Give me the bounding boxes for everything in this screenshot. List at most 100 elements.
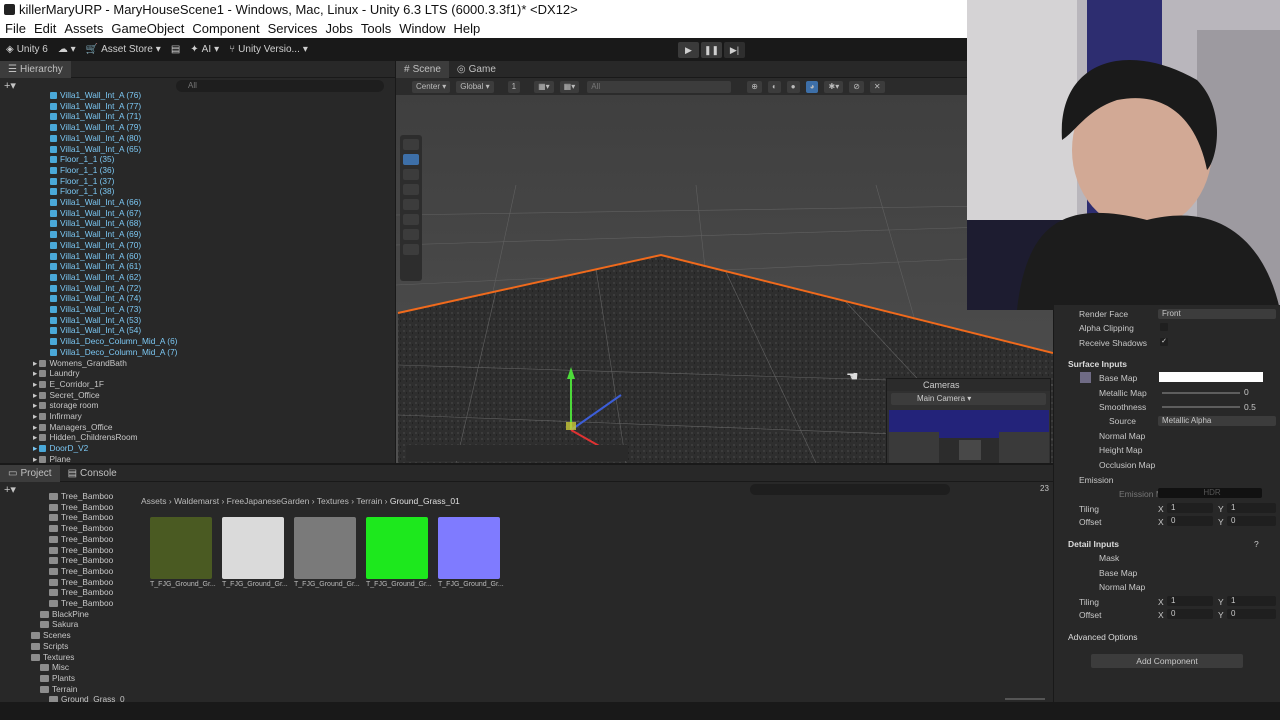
menu-gameobject[interactable]: GameObject — [111, 21, 184, 36]
scene-overlay-toolbar[interactable] — [406, 445, 628, 461]
hierarchy-item[interactable]: Villa1_Deco_Column_Mid_A (6) — [50, 336, 177, 347]
hierarchy-item[interactable]: Villa1_Wall_Int_A (71) — [50, 111, 141, 122]
hierarchy-item[interactable]: Villa1_Wall_Int_A (68) — [50, 218, 141, 229]
breadcrumb-item[interactable]: Waldemarst — [174, 496, 219, 506]
custom-tool-button[interactable] — [403, 229, 419, 240]
hierarchy-item[interactable]: Villa1_Wall_Int_A (62) — [50, 272, 141, 283]
package-button[interactable]: ▤ — [171, 44, 180, 55]
breadcrumb-item[interactable]: Ground_Grass_01 — [390, 496, 460, 506]
hierarchy-item[interactable]: ▸ Secret_Office — [33, 390, 100, 401]
hierarchy-item[interactable]: ▸ E_Corridor_1F — [33, 379, 104, 390]
offset-y-field[interactable]: 0 — [1227, 516, 1276, 526]
hierarchy-item[interactable]: Villa1_Wall_Int_A (77) — [50, 101, 141, 112]
draw-mode-button[interactable]: ⊕ — [747, 80, 762, 93]
detail-offset-x-field[interactable]: 0 — [1167, 609, 1213, 619]
transform-tool-button[interactable] — [403, 214, 419, 225]
hierarchy-item[interactable]: ▸ Laundry — [33, 368, 79, 379]
emission-color[interactable]: HDR — [1158, 488, 1262, 498]
texture-thumbnail[interactable] — [294, 517, 356, 579]
project-tree-item[interactable]: Textures — [31, 652, 74, 663]
thumbnail-size-slider[interactable] — [1005, 698, 1045, 700]
hierarchy-item[interactable]: Villa1_Wall_Int_A (65) — [50, 144, 141, 155]
project-tree-item[interactable]: Tree_Bamboo — [49, 577, 113, 588]
snap-settings-button[interactable]: ▦▾ — [559, 80, 580, 93]
view-tool-button[interactable] — [403, 139, 419, 150]
menu-file[interactable]: File — [5, 21, 26, 36]
menu-edit[interactable]: Edit — [34, 21, 56, 36]
hierarchy-item[interactable]: Villa1_Wall_Int_A (67) — [50, 208, 141, 219]
texture-thumbnail[interactable] — [366, 517, 428, 579]
project-tree-item[interactable]: Scenes — [31, 630, 71, 641]
hierarchy-item[interactable]: ▸ DoorD_V2 — [33, 443, 88, 454]
breadcrumb-item[interactable]: Assets — [141, 496, 167, 506]
hierarchy-item[interactable]: Villa1_Wall_Int_A (79) — [50, 122, 141, 133]
hierarchy-item[interactable]: Floor_1_1 (37) — [50, 176, 114, 187]
hierarchy-item[interactable]: Villa1_Wall_Int_A (76) — [50, 90, 141, 101]
source-dropdown[interactable]: Metallic Alpha — [1158, 416, 1276, 426]
scene-viewport[interactable]: ☚ Cameras Main Camera ▾ — [396, 95, 1053, 463]
scene-search-input[interactable]: All — [587, 80, 732, 93]
project-tree-item[interactable]: Plants — [40, 673, 75, 684]
project-tree-item[interactable]: Tree_Bamboo — [49, 534, 113, 545]
project-tree-item[interactable]: Tree_Bamboo — [49, 587, 113, 598]
unity-account-button[interactable]: ◈ Unity 6 — [6, 44, 48, 55]
rotate-tool-button[interactable] — [403, 169, 419, 180]
hierarchy-item[interactable]: ▸ storage room — [33, 400, 98, 411]
texture-thumbnail[interactable] — [438, 517, 500, 579]
hierarchy-item[interactable]: Villa1_Wall_Int_A (73) — [50, 304, 141, 315]
hierarchy-item[interactable]: ▸ Hidden_ChildrensRoom — [33, 432, 138, 443]
render-face-dropdown[interactable]: Front — [1158, 309, 1276, 319]
cloud-button[interactable]: ☁ ▾ — [58, 44, 76, 55]
project-tree-item[interactable]: Tree_Bamboo — [49, 598, 113, 609]
menu-assets[interactable]: Assets — [64, 21, 103, 36]
hierarchy-item[interactable]: Villa1_Wall_Int_A (80) — [50, 133, 141, 144]
pivot-dropdown[interactable]: Center ▾ — [412, 80, 451, 93]
receive-shadows-checkbox[interactable]: ✓ — [1160, 338, 1168, 346]
hierarchy-item[interactable]: Floor_1_1 (38) — [50, 186, 114, 197]
tab-hierarchy[interactable]: ☰ Hierarchy — [0, 60, 71, 78]
lit-button[interactable]: ◕ — [805, 80, 819, 93]
tab-project[interactable]: ▭ Project — [0, 464, 60, 482]
smoothness-value[interactable]: 0.5 — [1244, 402, 1256, 412]
project-tree-item[interactable]: Tree_Bamboo — [49, 512, 113, 523]
project-tree-item[interactable]: Sakura — [40, 619, 78, 630]
hierarchy-item[interactable]: Villa1_Wall_Int_A (66) — [50, 197, 141, 208]
add-component-button[interactable]: Add Component — [1091, 654, 1243, 668]
project-tree-item[interactable]: Terrain — [40, 684, 77, 695]
effects-button[interactable]: ✱▾ — [824, 80, 844, 93]
menu-window[interactable]: Window — [399, 21, 445, 36]
menu-component[interactable]: Component — [192, 21, 259, 36]
terrain-tool-button[interactable] — [403, 244, 419, 255]
tab-scene[interactable]: # Scene — [396, 60, 449, 78]
hierarchy-item[interactable]: ▸ Infirmary — [33, 411, 82, 422]
move-tool-button[interactable] — [403, 154, 419, 165]
breadcrumb-item[interactable]: Terrain — [356, 496, 382, 506]
detail-inputs-header[interactable]: Detail Inputs — [1054, 539, 1280, 551]
hierarchy-item[interactable]: Villa1_Wall_Int_A (70) — [50, 240, 141, 251]
tiling-x-field[interactable]: 1 — [1167, 503, 1213, 513]
step-button[interactable]: ▶| — [724, 42, 745, 58]
hierarchy-item[interactable]: Villa1_Wall_Int_A (69) — [50, 229, 141, 240]
hierarchy-item[interactable]: Villa1_Wall_Int_A (60) — [50, 251, 141, 262]
project-tree-item[interactable]: Tree_Bamboo — [49, 555, 113, 566]
wireframe-button[interactable]: ◐ — [767, 80, 781, 93]
version-control-button[interactable]: ⑂ Unity Versio... ▾ — [229, 44, 308, 55]
hidden-button[interactable]: ⊘ — [849, 80, 864, 93]
scale-tool-button[interactable] — [403, 184, 419, 195]
hierarchy-item[interactable]: Floor_1_1 (36) — [50, 165, 114, 176]
hierarchy-item[interactable]: Villa1_Wall_Int_A (74) — [50, 293, 141, 304]
grid-button[interactable]: ▦▾ — [534, 80, 554, 93]
menu-tools[interactable]: Tools — [361, 21, 391, 36]
hierarchy-search-input[interactable]: All — [176, 80, 384, 92]
offset-x-field[interactable]: 0 — [1167, 516, 1213, 526]
project-tree-item[interactable]: Tree_Bamboo — [49, 491, 113, 502]
texture-thumbnail[interactable] — [222, 517, 284, 579]
project-tree-item[interactable]: Tree_Bamboo — [49, 545, 113, 556]
help-icon[interactable]: ? — [1254, 539, 1259, 549]
space-dropdown[interactable]: Global ▾ — [456, 80, 494, 93]
detail-tiling-y-field[interactable]: 1 — [1227, 596, 1276, 606]
base-map-color[interactable] — [1159, 372, 1263, 382]
menu-services[interactable]: Services — [268, 21, 318, 36]
project-tree-item[interactable]: Tree_Bamboo — [49, 566, 113, 577]
hierarchy-item[interactable]: Villa1_Wall_Int_A (54) — [50, 325, 141, 336]
